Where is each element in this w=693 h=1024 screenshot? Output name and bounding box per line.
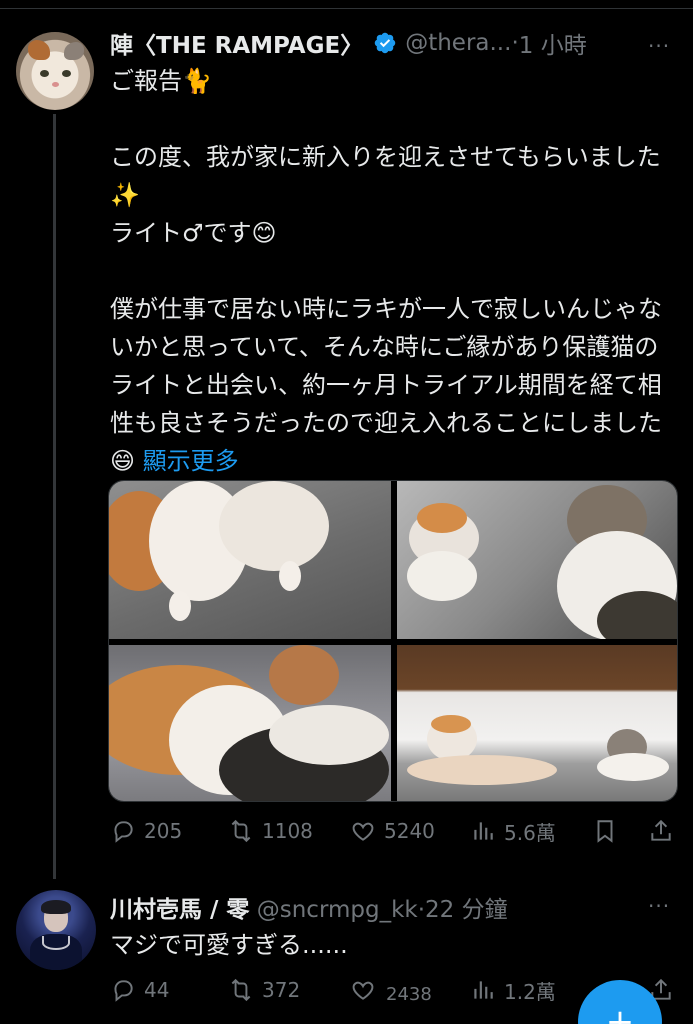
views-icon bbox=[474, 981, 493, 999]
reply-separator-dot: · bbox=[417, 897, 426, 923]
repost-count: 1108 bbox=[262, 819, 313, 843]
cat-photo-2[interactable] bbox=[397, 481, 677, 639]
more-icon[interactable]: ··· bbox=[648, 34, 670, 58]
author-handle[interactable]: @thera... bbox=[405, 30, 511, 56]
reply-reply-count: 44 bbox=[144, 978, 170, 1002]
share-icon bbox=[651, 819, 671, 841]
reply-author-handle[interactable]: @sncrmpg_kk bbox=[257, 897, 418, 923]
like-count: 5240 bbox=[384, 819, 435, 843]
thread-line bbox=[53, 114, 56, 879]
reply-view-count: 1.2萬 bbox=[504, 979, 556, 1004]
top-divider bbox=[0, 8, 693, 9]
reply-like-button[interactable] bbox=[350, 975, 376, 1005]
bookmark-icon bbox=[597, 820, 613, 843]
separator-dot: · bbox=[511, 30, 519, 56]
reply-button[interactable]: 205 bbox=[110, 816, 182, 846]
compose-icon: + bbox=[605, 1002, 635, 1024]
like-icon bbox=[352, 822, 374, 841]
tweet-time[interactable]: 1 小時 bbox=[519, 26, 587, 60]
views-icon bbox=[474, 822, 493, 840]
media-grid bbox=[108, 480, 678, 802]
reply-repost-button[interactable]: 372 bbox=[228, 975, 300, 1005]
tweet-body: ご報告🐈 この度、我が家に新入りを迎えさせてもらいました✨ ライト♂です😊 僕が… bbox=[110, 67, 662, 475]
tweet-actions: 205 1108 5240 5.6萬 bbox=[110, 816, 680, 846]
reply-like-count-animating: 2438 bbox=[386, 966, 446, 1006]
like-button[interactable]: 5240 bbox=[350, 816, 435, 846]
repost-button[interactable]: 1108 bbox=[228, 816, 313, 846]
reply-repost-count: 372 bbox=[262, 978, 301, 1002]
tweet-text: ご報告🐈 この度、我が家に新入りを迎えさせてもらいました✨ ライト♂です😊 僕が… bbox=[110, 62, 680, 480]
cat-photo-3[interactable] bbox=[109, 645, 391, 801]
repost-icon bbox=[231, 819, 251, 843]
like-icon bbox=[352, 981, 374, 1000]
reply-header: 川村壱馬 / 零 @sncrmpg_kk·22 分鐘 bbox=[110, 890, 508, 924]
reply-text: マジで可愛すぎる...... bbox=[110, 931, 348, 959]
show-more-link[interactable]: 顯示更多 bbox=[143, 447, 239, 475]
view-count: 5.6萬 bbox=[504, 820, 556, 845]
repost-icon bbox=[231, 978, 251, 1002]
reply-icon bbox=[114, 821, 133, 843]
reply-author-name[interactable]: 川村壱馬 / 零 bbox=[110, 897, 249, 923]
reply-views-button[interactable]: 1.2萬 bbox=[470, 975, 556, 1005]
author-name[interactable]: 陣〈THE RAMPAGE〉 bbox=[110, 26, 363, 60]
reply-icon bbox=[114, 980, 133, 1002]
views-button[interactable]: 5.6萬 bbox=[470, 816, 556, 846]
author-avatar[interactable] bbox=[16, 32, 94, 110]
reply-author-avatar[interactable] bbox=[16, 890, 96, 970]
share-button[interactable] bbox=[648, 816, 674, 846]
cat-photo-1[interactable] bbox=[109, 481, 391, 639]
reply-like-count: 2438 bbox=[386, 984, 432, 1005]
reply-more-icon[interactable]: ··· bbox=[648, 894, 670, 918]
verified-badge-icon bbox=[374, 32, 396, 54]
cat-photo-4[interactable] bbox=[397, 645, 677, 801]
tweet-header: 陣〈THE RAMPAGE〉 @thera... · 1 小時 bbox=[110, 26, 587, 60]
reply-count: 205 bbox=[144, 819, 183, 843]
bookmark-button[interactable] bbox=[592, 816, 618, 846]
reply-reply-button[interactable]: 44 bbox=[110, 975, 169, 1005]
reply-time[interactable]: 22 分鐘 bbox=[425, 897, 508, 923]
